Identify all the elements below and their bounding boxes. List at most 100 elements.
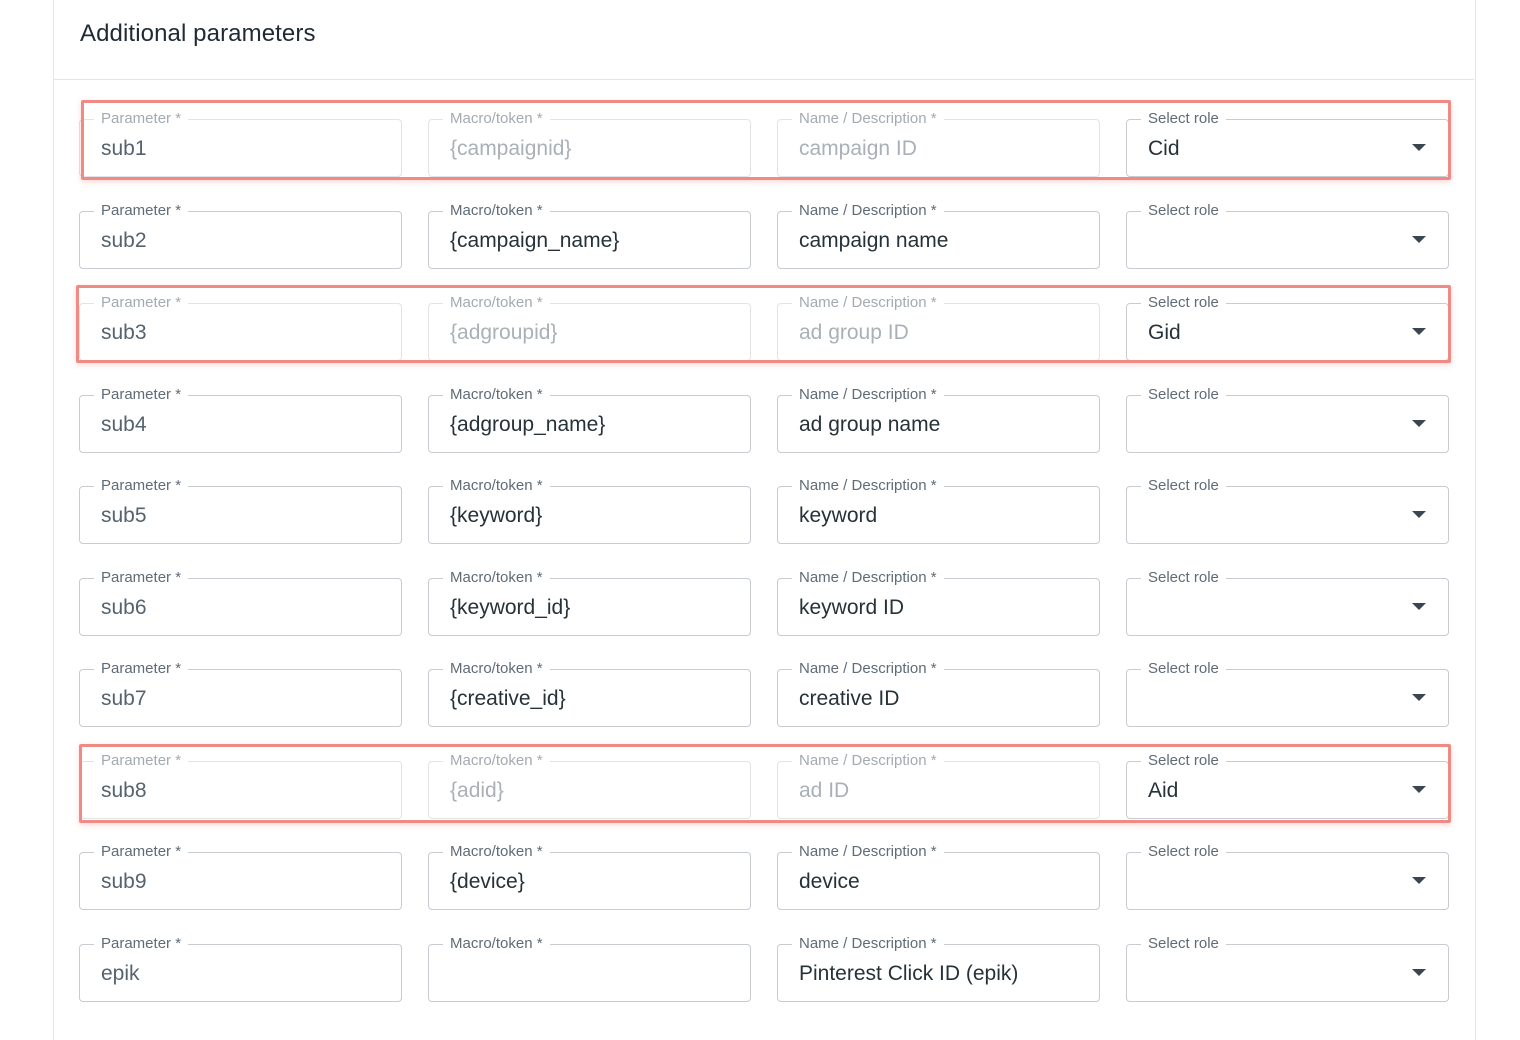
parameter-row: Parameter * sub1 Macro/token * {campaignid}… — [0, 110, 1520, 179]
chevron-down-icon[interactable] — [1412, 328, 1426, 335]
macro-token-input[interactable]: Macro/token * {creative_id} — [428, 660, 751, 727]
parameter-row: Parameter * epik Macro/token * Name / Descr… — [0, 935, 1520, 1004]
select-role-label: Select role — [1141, 294, 1226, 312]
parameter-input[interactable]: Parameter * sub3 — [79, 294, 402, 361]
select-role-dropdown[interactable]: Select role — [1126, 843, 1449, 910]
select-role-dropdown[interactable]: Select role — [1126, 477, 1449, 544]
chevron-down-icon[interactable] — [1412, 969, 1426, 976]
macro-token-input[interactable]: Macro/token * {keyword_id} — [428, 569, 751, 636]
macro-token-input[interactable]: Macro/token * — [428, 935, 751, 1002]
name-description-input[interactable]: Name / Description * ad group ID — [777, 294, 1100, 361]
card-divider — [54, 79, 1474, 80]
name-description-input[interactable]: Name / Description * campaign ID — [777, 110, 1100, 177]
macro-token-value: {campaignid} — [450, 137, 572, 160]
parameter-label: Parameter * — [94, 752, 189, 770]
chevron-down-icon[interactable] — [1412, 236, 1426, 243]
parameter-label: Parameter * — [94, 569, 189, 587]
select-role-dropdown[interactable]: Select role — [1126, 935, 1449, 1002]
parameter-value: sub5 — [101, 504, 147, 527]
name-description-input[interactable]: Name / Description * ad group name — [777, 386, 1100, 453]
name-description-label: Name / Description * — [792, 660, 944, 678]
name-description-input[interactable]: Name / Description * Pinterest Click ID (… — [777, 935, 1100, 1002]
name-description-value: keyword — [799, 504, 878, 527]
parameter-value: sub8 — [101, 779, 147, 802]
name-description-value: creative ID — [799, 687, 900, 710]
parameter-input[interactable]: Parameter * sub2 — [79, 202, 402, 269]
name-description-input[interactable]: Name / Description * campaign name — [777, 202, 1100, 269]
macro-token-input[interactable]: Macro/token * {adgroup_name} — [428, 386, 751, 453]
macro-token-value: {creative_id} — [450, 687, 566, 710]
select-role-label: Select role — [1141, 386, 1226, 404]
macro-token-label: Macro/token * — [443, 110, 550, 128]
select-role-value: Cid — [1148, 137, 1180, 160]
macro-token-value: {keyword} — [450, 504, 543, 527]
parameter-input[interactable]: Parameter * sub1 — [79, 110, 402, 177]
name-description-value: keyword ID — [799, 596, 905, 619]
macro-token-label: Macro/token * — [443, 660, 550, 678]
macro-token-label: Macro/token * — [443, 569, 550, 587]
card-title: Additional parameters — [80, 20, 316, 47]
macro-token-label: Macro/token * — [443, 477, 550, 495]
name-description-label: Name / Description * — [792, 110, 944, 128]
name-description-input[interactable]: Name / Description * keyword — [777, 477, 1100, 544]
parameter-row: Parameter * sub4 Macro/token * {adgroup_nam… — [0, 386, 1520, 455]
name-description-value: campaign ID — [799, 137, 917, 160]
name-description-label: Name / Description * — [792, 935, 944, 953]
parameter-input[interactable]: Parameter * epik — [79, 935, 402, 1002]
parameter-label: Parameter * — [94, 294, 189, 312]
macro-token-value: {keyword_id} — [450, 596, 571, 619]
parameter-row: Parameter * sub5 Macro/token * {keyword} Nam… — [0, 477, 1520, 546]
name-description-input[interactable]: Name / Description * creative ID — [777, 660, 1100, 727]
name-description-input[interactable]: Name / Description * ad ID — [777, 752, 1100, 819]
macro-token-value: {device} — [450, 870, 525, 893]
chevron-down-icon[interactable] — [1412, 603, 1426, 610]
select-role-label: Select role — [1141, 569, 1226, 587]
select-role-dropdown[interactable]: Select role — [1126, 386, 1449, 453]
name-description-input[interactable]: Name / Description * device — [777, 843, 1100, 910]
select-role-label: Select role — [1141, 110, 1226, 128]
parameter-input[interactable]: Parameter * sub9 — [79, 843, 402, 910]
parameter-value: epik — [101, 962, 140, 985]
select-role-dropdown[interactable]: Select role Cid — [1126, 110, 1449, 177]
select-role-label: Select role — [1141, 752, 1226, 770]
parameter-input[interactable]: Parameter * sub8 — [79, 752, 402, 819]
macro-token-input[interactable]: Macro/token * {adid} — [428, 752, 751, 819]
select-role-dropdown[interactable]: Select role Aid — [1126, 752, 1449, 819]
name-description-input[interactable]: Name / Description * keyword ID — [777, 569, 1100, 636]
macro-token-label: Macro/token * — [443, 752, 550, 770]
chevron-down-icon[interactable] — [1412, 511, 1426, 518]
chevron-down-icon[interactable] — [1412, 420, 1426, 427]
select-role-label: Select role — [1141, 477, 1226, 495]
parameter-row: Parameter * sub9 Macro/token * {device} Name… — [0, 843, 1520, 912]
chevron-down-icon[interactable] — [1412, 786, 1426, 793]
name-description-label: Name / Description * — [792, 386, 944, 404]
parameter-value: sub7 — [101, 687, 147, 710]
macro-token-input[interactable]: Macro/token * {adgroupid} — [428, 294, 751, 361]
parameter-input[interactable]: Parameter * sub7 — [79, 660, 402, 727]
parameter-label: Parameter * — [94, 386, 189, 404]
name-description-label: Name / Description * — [792, 477, 944, 495]
parameter-value: sub4 — [101, 413, 147, 436]
chevron-down-icon[interactable] — [1412, 694, 1426, 701]
select-role-dropdown[interactable]: Select role — [1126, 660, 1449, 727]
parameter-row: Parameter * sub3 Macro/token * {adgroupid} N… — [0, 294, 1520, 363]
macro-token-input[interactable]: Macro/token * {device} — [428, 843, 751, 910]
chevron-down-icon[interactable] — [1412, 144, 1426, 151]
parameter-value: sub6 — [101, 596, 147, 619]
select-role-dropdown[interactable]: Select role Gid — [1126, 294, 1449, 361]
name-description-value: ad group name — [799, 413, 941, 436]
macro-token-input[interactable]: Macro/token * {campaign_name} — [428, 202, 751, 269]
select-role-dropdown[interactable]: Select role — [1126, 202, 1449, 269]
name-description-label: Name / Description * — [792, 752, 944, 770]
parameter-input[interactable]: Parameter * sub6 — [79, 569, 402, 636]
macro-token-input[interactable]: Macro/token * {keyword} — [428, 477, 751, 544]
select-role-dropdown[interactable]: Select role — [1126, 569, 1449, 636]
chevron-down-icon[interactable] — [1412, 877, 1426, 884]
parameter-label: Parameter * — [94, 843, 189, 861]
macro-token-label: Macro/token * — [443, 935, 550, 953]
macro-token-input[interactable]: Macro/token * {campaignid} — [428, 110, 751, 177]
parameter-value: sub2 — [101, 229, 147, 252]
name-description-label: Name / Description * — [792, 202, 944, 220]
parameter-input[interactable]: Parameter * sub4 — [79, 386, 402, 453]
parameter-input[interactable]: Parameter * sub5 — [79, 477, 402, 544]
